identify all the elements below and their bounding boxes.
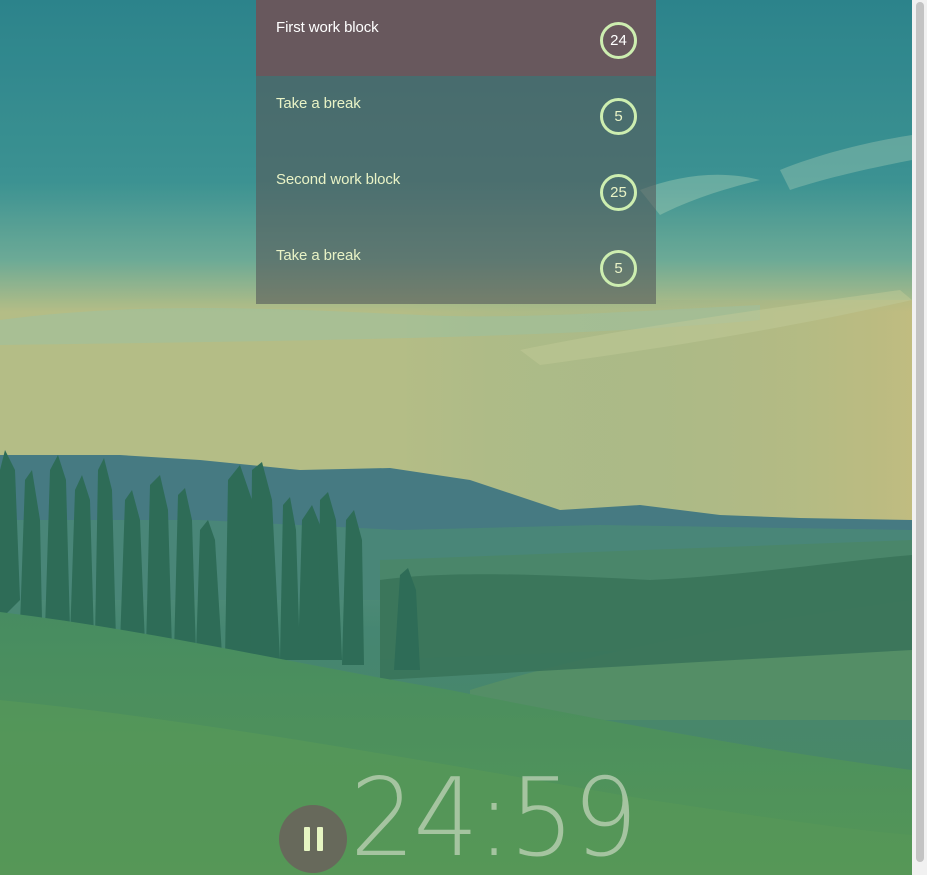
countdown-timer: 24:59 — [350, 756, 638, 875]
task-item-take-a-break[interactable]: Take a break 5 — [256, 76, 656, 152]
task-minutes-badge: 24 — [600, 22, 637, 59]
task-item-second-work-block[interactable]: Second work block 25 — [256, 152, 656, 228]
task-label: Second work block — [276, 171, 401, 188]
app-window: First work block 24 Take a break 5 Secon… — [0, 0, 927, 875]
vertical-scrollbar[interactable] — [912, 0, 927, 875]
task-minutes-badge: 25 — [600, 174, 637, 211]
task-item-first-work-block[interactable]: First work block 24 — [256, 0, 656, 76]
task-label: Take a break — [276, 247, 361, 264]
task-minutes-badge: 5 — [600, 98, 637, 135]
task-label: Take a break — [276, 95, 361, 112]
task-item-take-a-break[interactable]: Take a break 5 — [256, 228, 656, 304]
task-list: First work block 24 Take a break 5 Secon… — [256, 0, 656, 304]
scrollbar-thumb[interactable] — [916, 2, 924, 862]
task-minutes-badge: 5 — [600, 250, 637, 287]
pause-button[interactable] — [279, 805, 347, 873]
pause-bar — [303, 827, 310, 851]
pause-icon — [303, 827, 323, 851]
task-label: First work block — [276, 19, 379, 36]
pause-bar — [316, 827, 323, 851]
